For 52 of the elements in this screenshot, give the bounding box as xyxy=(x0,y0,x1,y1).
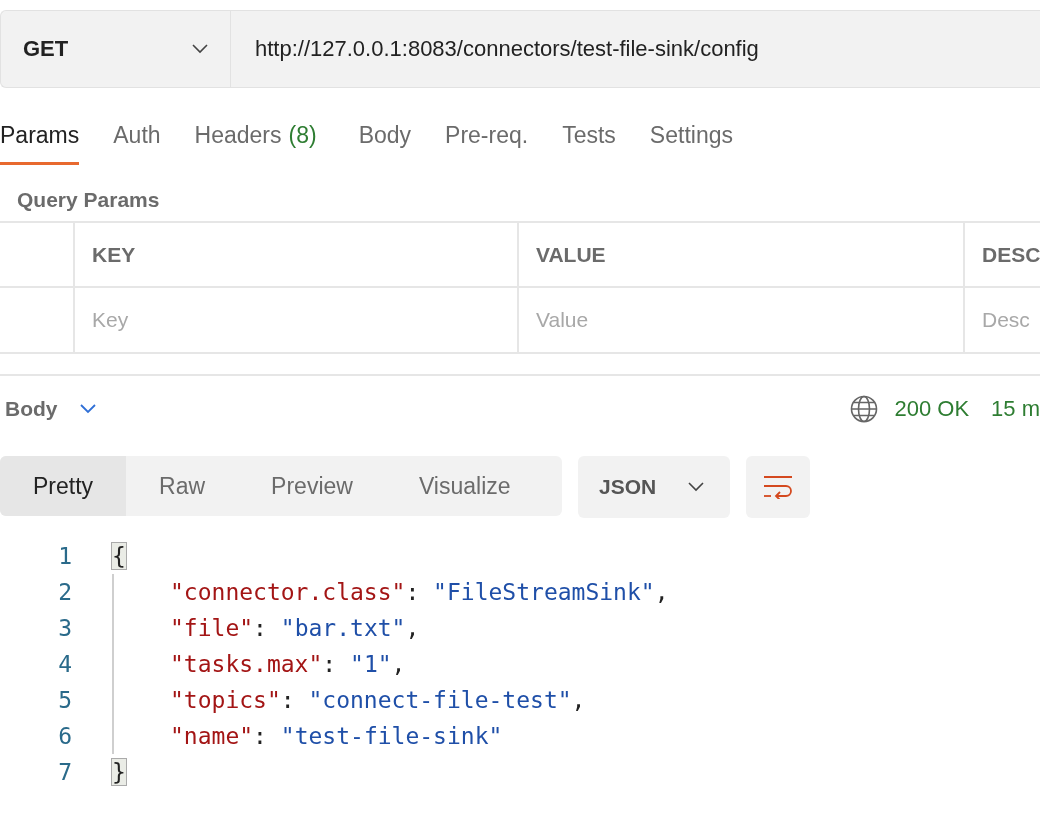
line-number: 3 xyxy=(57,615,72,641)
request-tab[interactable]: Body xyxy=(358,108,412,165)
line-number: 4 xyxy=(57,651,72,677)
line-number: 1 xyxy=(57,543,72,569)
chevron-down-icon xyxy=(688,482,704,492)
method-dropdown[interactable]: GET xyxy=(1,11,231,87)
line-number: 6 xyxy=(57,723,72,749)
json-key: "name" xyxy=(170,723,254,749)
json-punctuation: : xyxy=(253,615,268,641)
json-punctuation: : xyxy=(405,579,421,605)
line-number: 5 xyxy=(57,687,72,713)
chevron-down-icon xyxy=(79,404,96,414)
request-tab[interactable]: Tests xyxy=(562,108,616,165)
json-string: "connect-file-test" xyxy=(308,687,572,713)
wrap-lines-icon xyxy=(763,475,793,499)
request-tab[interactable]: Auth xyxy=(113,108,161,165)
json-punctuation: , xyxy=(391,651,406,677)
request-tab[interactable]: Headers (8) xyxy=(194,108,317,165)
chevron-down-icon xyxy=(192,44,208,54)
json-key: "topics" xyxy=(170,687,281,713)
section-title: Query Params xyxy=(16,187,161,213)
view-tab[interactable]: Pretty xyxy=(0,456,127,516)
json-brace: } xyxy=(112,759,126,785)
response-time: 15 m xyxy=(991,396,1040,422)
line-number: 7 xyxy=(57,759,72,785)
view-tab[interactable]: Preview xyxy=(238,456,386,516)
request-tab[interactable]: Pre-req. xyxy=(445,108,529,165)
format-dropdown[interactable]: JSON xyxy=(578,456,730,518)
globe-icon[interactable] xyxy=(850,395,879,423)
json-string: "FileStreamSink" xyxy=(433,579,655,605)
request-tab[interactable]: Settings xyxy=(649,108,733,165)
url-field[interactable]: http://127.0.0.1:8083/connectors/test-file-sink/config xyxy=(231,11,1040,87)
json-punctuation: : xyxy=(280,687,296,713)
json-punctuation: : xyxy=(253,723,268,749)
json-punctuation: , xyxy=(654,579,669,605)
wrap-lines-button[interactable] xyxy=(746,456,810,518)
json-punctuation: , xyxy=(405,615,420,641)
json-brace: { xyxy=(112,543,126,569)
json-string: "bar.txt" xyxy=(280,615,406,641)
line-number: 2 xyxy=(57,579,72,605)
json-punctuation: , xyxy=(571,687,586,713)
status-code: 200 OK xyxy=(894,396,970,422)
view-tab[interactable]: Visualize xyxy=(385,456,544,516)
body-dropdown[interactable]: Body xyxy=(0,397,96,421)
json-punctuation: : xyxy=(322,651,338,677)
request-tab[interactable]: Params xyxy=(0,108,80,165)
view-tab[interactable]: Raw xyxy=(126,456,239,516)
json-string: "1" xyxy=(350,651,392,677)
json-key: "connector.class" xyxy=(170,579,406,605)
json-key: "tasks.max" xyxy=(170,651,323,677)
json-key: "file" xyxy=(170,615,254,641)
json-string: "test-file-sink" xyxy=(280,723,503,749)
